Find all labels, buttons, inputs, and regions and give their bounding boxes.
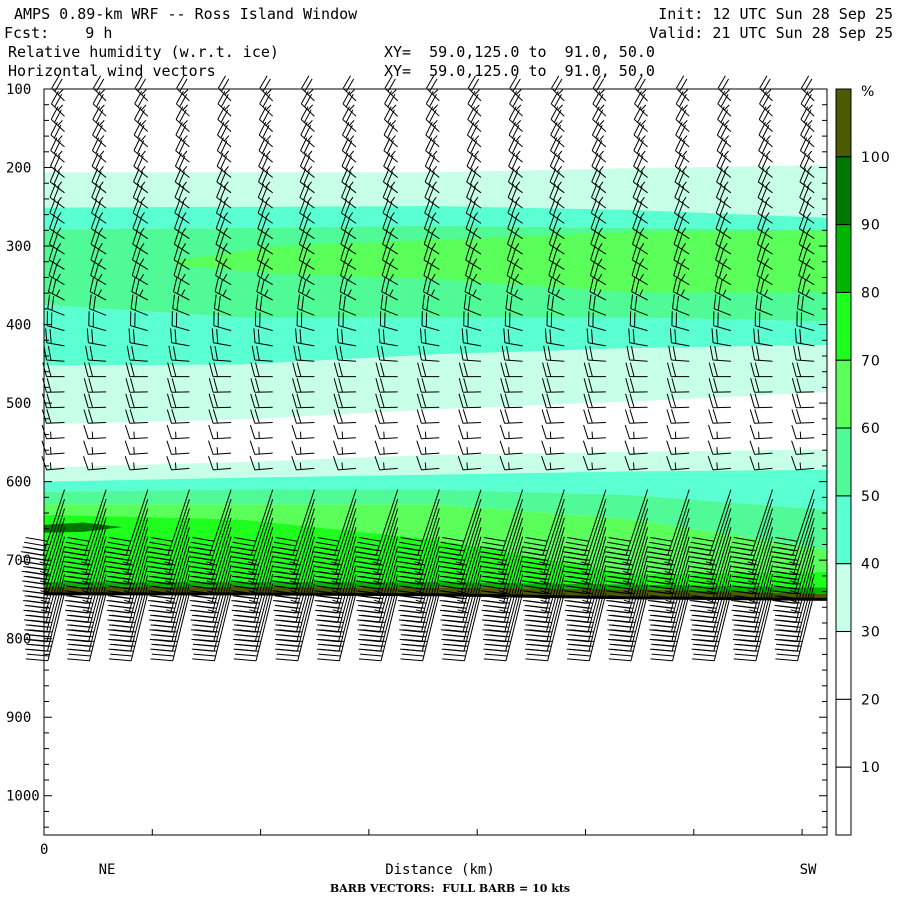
init-time: Init: 12 UTC Sun 28 Sep 25 [658,5,893,23]
colorbar-swatch-10-20 [835,698,852,768]
colorbar-swatch-50-60 [835,427,852,497]
colorbar-swatch-80-90 [835,224,852,293]
model-title: AMPS 0.89-km WRF -- Ross Island Window [14,5,358,23]
wind-barb [717,75,732,102]
y-tick-label: 900 [6,710,31,726]
colorbar-swatch->100 [835,88,852,158]
wind-barb [800,75,815,102]
field1-xy: XY= 59.0,125.0 to 91.0, 50.0 [384,43,655,61]
field1-label: Relative humidity (w.r.t. ice) [8,43,279,61]
wind-barb [759,75,773,102]
wind-barb [342,75,357,102]
colorbar-swatch-<10 [835,766,852,836]
field2-label: Horizontal wind vectors [8,62,216,80]
wind-barb [259,75,274,102]
colorbar-swatch-30-40 [835,563,852,633]
y-tick-label: 200 [6,161,31,177]
colorbar-swatch-90-100 [835,156,852,226]
colorbar-label: 10 [861,760,881,776]
rh-fill-layer [44,165,828,601]
colorbar-swatch-40-50 [835,495,852,565]
valid-time: Valid: 21 UTC Sun 28 Sep 25 [649,24,893,42]
colorbar-label: 50 [861,489,881,505]
y-tick-label: 400 [6,318,31,334]
x-axis-title: Distance (km) [385,862,495,878]
colorbar: 100 90 80 70 60 50 40 30 20 10 [835,88,891,836]
y-tick-label: 500 [6,396,31,412]
colorbar-label: 60 [861,421,881,437]
field2-xy: XY= 59.0,125.0 to 91.0, 50.0 [384,62,655,80]
colorbar-label: 80 [861,285,881,301]
forecast-hour: Fcst: 9 h [4,24,112,42]
colorbar-label: 70 [861,353,881,369]
x-left-end-label: NE [99,862,116,878]
x-right-end-label: SW [800,862,817,878]
y-tick-label: 100 [6,82,31,98]
x-origin-label: 0 [40,842,48,858]
colorbar-unit: % [861,84,875,100]
colorbar-label: 20 [861,692,881,708]
distance-axis [151,829,803,835]
y-tick-label: 700 [6,553,31,569]
y-tick-label: 600 [6,475,31,491]
colorbar-label: 30 [861,625,881,641]
wind-barb [675,75,690,102]
chart-canvas: AMPS 0.89-km WRF -- Ross Island Window I… [4,5,893,895]
colorbar-label: 100 [861,150,891,166]
colorbar-swatch-70-80 [835,291,852,361]
colorbar-label: 40 [861,557,881,573]
colorbar-label: 90 [861,218,881,234]
wind-barb [301,75,315,102]
colorbar-swatch-60-70 [835,359,852,429]
wind-barb [217,75,232,102]
y-tick-label: 1000 [6,789,40,805]
y-tick-label: 800 [6,632,31,648]
y-tick-label: 300 [6,239,31,255]
colorbar-swatch-20-30 [835,631,852,700]
barb-legend-note: BARB VECTORS: FULL BARB = 10 kts [330,882,570,895]
cross-section-figure: AMPS 0.89-km WRF -- Ross Island Window I… [0,0,900,900]
